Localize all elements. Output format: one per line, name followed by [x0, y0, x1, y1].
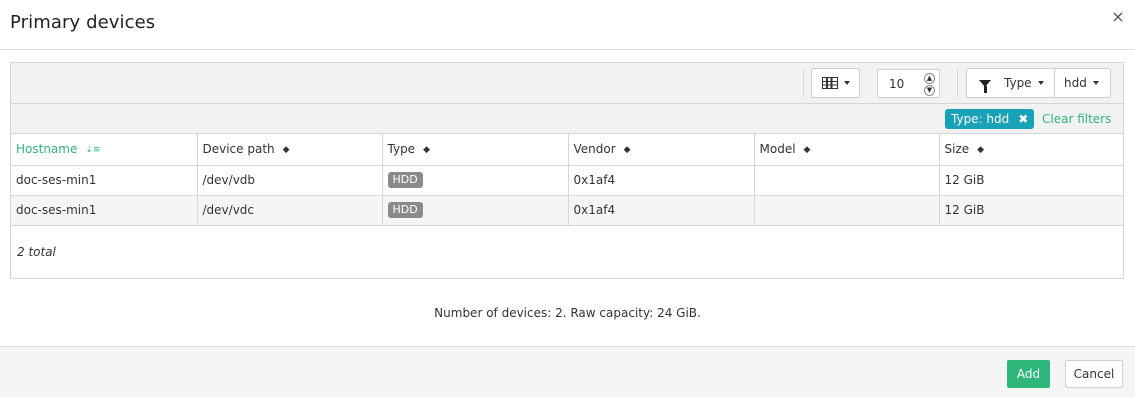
table-footer: 2 total	[11, 226, 1123, 278]
column-header-label: Size	[944, 142, 970, 157]
sort-icon: ◆	[282, 145, 290, 156]
toolbar-separator	[803, 69, 804, 97]
column-header-hostname[interactable]: Hostname ⇣≡	[11, 134, 198, 166]
row-count: 2 total	[17, 245, 56, 259]
sort-icon: ◆	[623, 145, 631, 156]
page-size-input[interactable]: 10 ▲ ▼	[877, 69, 940, 98]
devices-table-panel: 10 ▲ ▼ Type hdd Type: hdd ✖ Clear filter…	[10, 62, 1124, 279]
sort-icon: ◆	[977, 145, 985, 156]
filter-chip[interactable]: Type: hdd ✖	[945, 109, 1035, 129]
column-header-model[interactable]: Model ◆	[754, 134, 940, 166]
cell-hostname: doc-ses-min1	[11, 195, 198, 226]
sort-icon: ◆	[423, 145, 430, 156]
table-header-row: Hostname ⇣≡ Device path ◆ Type ◆ Vendor ◆ Mo…	[11, 134, 1123, 166]
filter-field-label: Type	[1004, 76, 1032, 90]
column-header-vendor[interactable]: Vendor ◆	[568, 134, 755, 166]
filter-value-label: hdd	[1064, 76, 1087, 90]
table-row[interactable]: doc-ses-min1 /dev/vdb HDD 0x1af4 12 GiB	[11, 165, 1123, 196]
cell-device-path: /dev/vdb	[197, 165, 383, 196]
modal-title: Primary devices	[10, 12, 156, 33]
sort-icon: ◆	[803, 145, 811, 156]
capacity-summary: Number of devices: 2. Raw capacity: 24 G…	[434, 306, 701, 320]
chevron-down-icon	[1037, 81, 1044, 85]
filter-value-dropdown[interactable]: hdd	[1055, 68, 1111, 98]
cancel-button[interactable]: Cancel	[1065, 360, 1123, 388]
column-header-size[interactable]: Size ◆	[939, 134, 1123, 166]
column-header-label: Device path	[202, 142, 275, 157]
clear-filters-link[interactable]: Clear filters	[1042, 112, 1111, 126]
filter-group: Type hdd	[966, 68, 1111, 98]
cell-size: 12 GiB	[939, 195, 1123, 226]
sort-descending-icon: ⇣≡	[85, 145, 101, 156]
cell-type: HDD	[382, 195, 569, 226]
modal-footer: Add Cancel	[0, 346, 1135, 397]
type-badge: HDD	[387, 202, 423, 218]
column-header-device-path[interactable]: Device path ◆	[197, 134, 383, 166]
filter-icon	[979, 79, 991, 93]
cell-size: 12 GiB	[939, 165, 1123, 196]
column-toggle-button[interactable]	[811, 68, 860, 98]
toolbar-separator	[957, 69, 958, 97]
devices-table: Hostname ⇣≡ Device path ◆ Type ◆ Vendor ◆ Mo…	[11, 134, 1123, 226]
table-row[interactable]: doc-ses-min1 /dev/vdc HDD 0x1af4 12 GiB	[11, 195, 1123, 226]
table-toolbar: 10 ▲ ▼ Type hdd	[11, 63, 1123, 104]
active-filters-bar: Type: hdd ✖ Clear filters	[11, 104, 1123, 134]
filter-chip-label: Type: hdd	[951, 112, 1010, 126]
modal-header: Primary devices ×	[0, 0, 1135, 50]
close-icon[interactable]: ×	[1111, 9, 1125, 25]
column-header-label: Hostname	[16, 142, 78, 157]
cell-type: HDD	[382, 165, 569, 196]
spin-up-icon[interactable]: ▲	[924, 73, 935, 84]
cell-device-path: /dev/vdc	[197, 195, 383, 226]
cell-vendor: 0x1af4	[568, 165, 755, 196]
column-header-label: Vendor	[573, 142, 616, 157]
cell-model	[754, 195, 940, 226]
chevron-down-icon	[843, 81, 850, 85]
cell-model	[754, 165, 940, 196]
type-badge: HDD	[387, 172, 423, 188]
cell-hostname: doc-ses-min1	[11, 165, 198, 196]
close-icon[interactable]: ✖	[1018, 112, 1028, 126]
chevron-down-icon	[1092, 81, 1099, 85]
cell-vendor: 0x1af4	[568, 195, 755, 226]
column-header-type[interactable]: Type ◆	[382, 134, 569, 166]
column-header-label: Type	[387, 142, 416, 157]
table-icon	[821, 77, 838, 89]
spin-down-icon[interactable]: ▼	[924, 85, 935, 96]
add-button[interactable]: Add	[1007, 360, 1050, 388]
column-header-label: Model	[759, 142, 796, 157]
page-size-value: 10	[889, 77, 905, 91]
filter-field-dropdown[interactable]: Type	[966, 68, 1055, 98]
